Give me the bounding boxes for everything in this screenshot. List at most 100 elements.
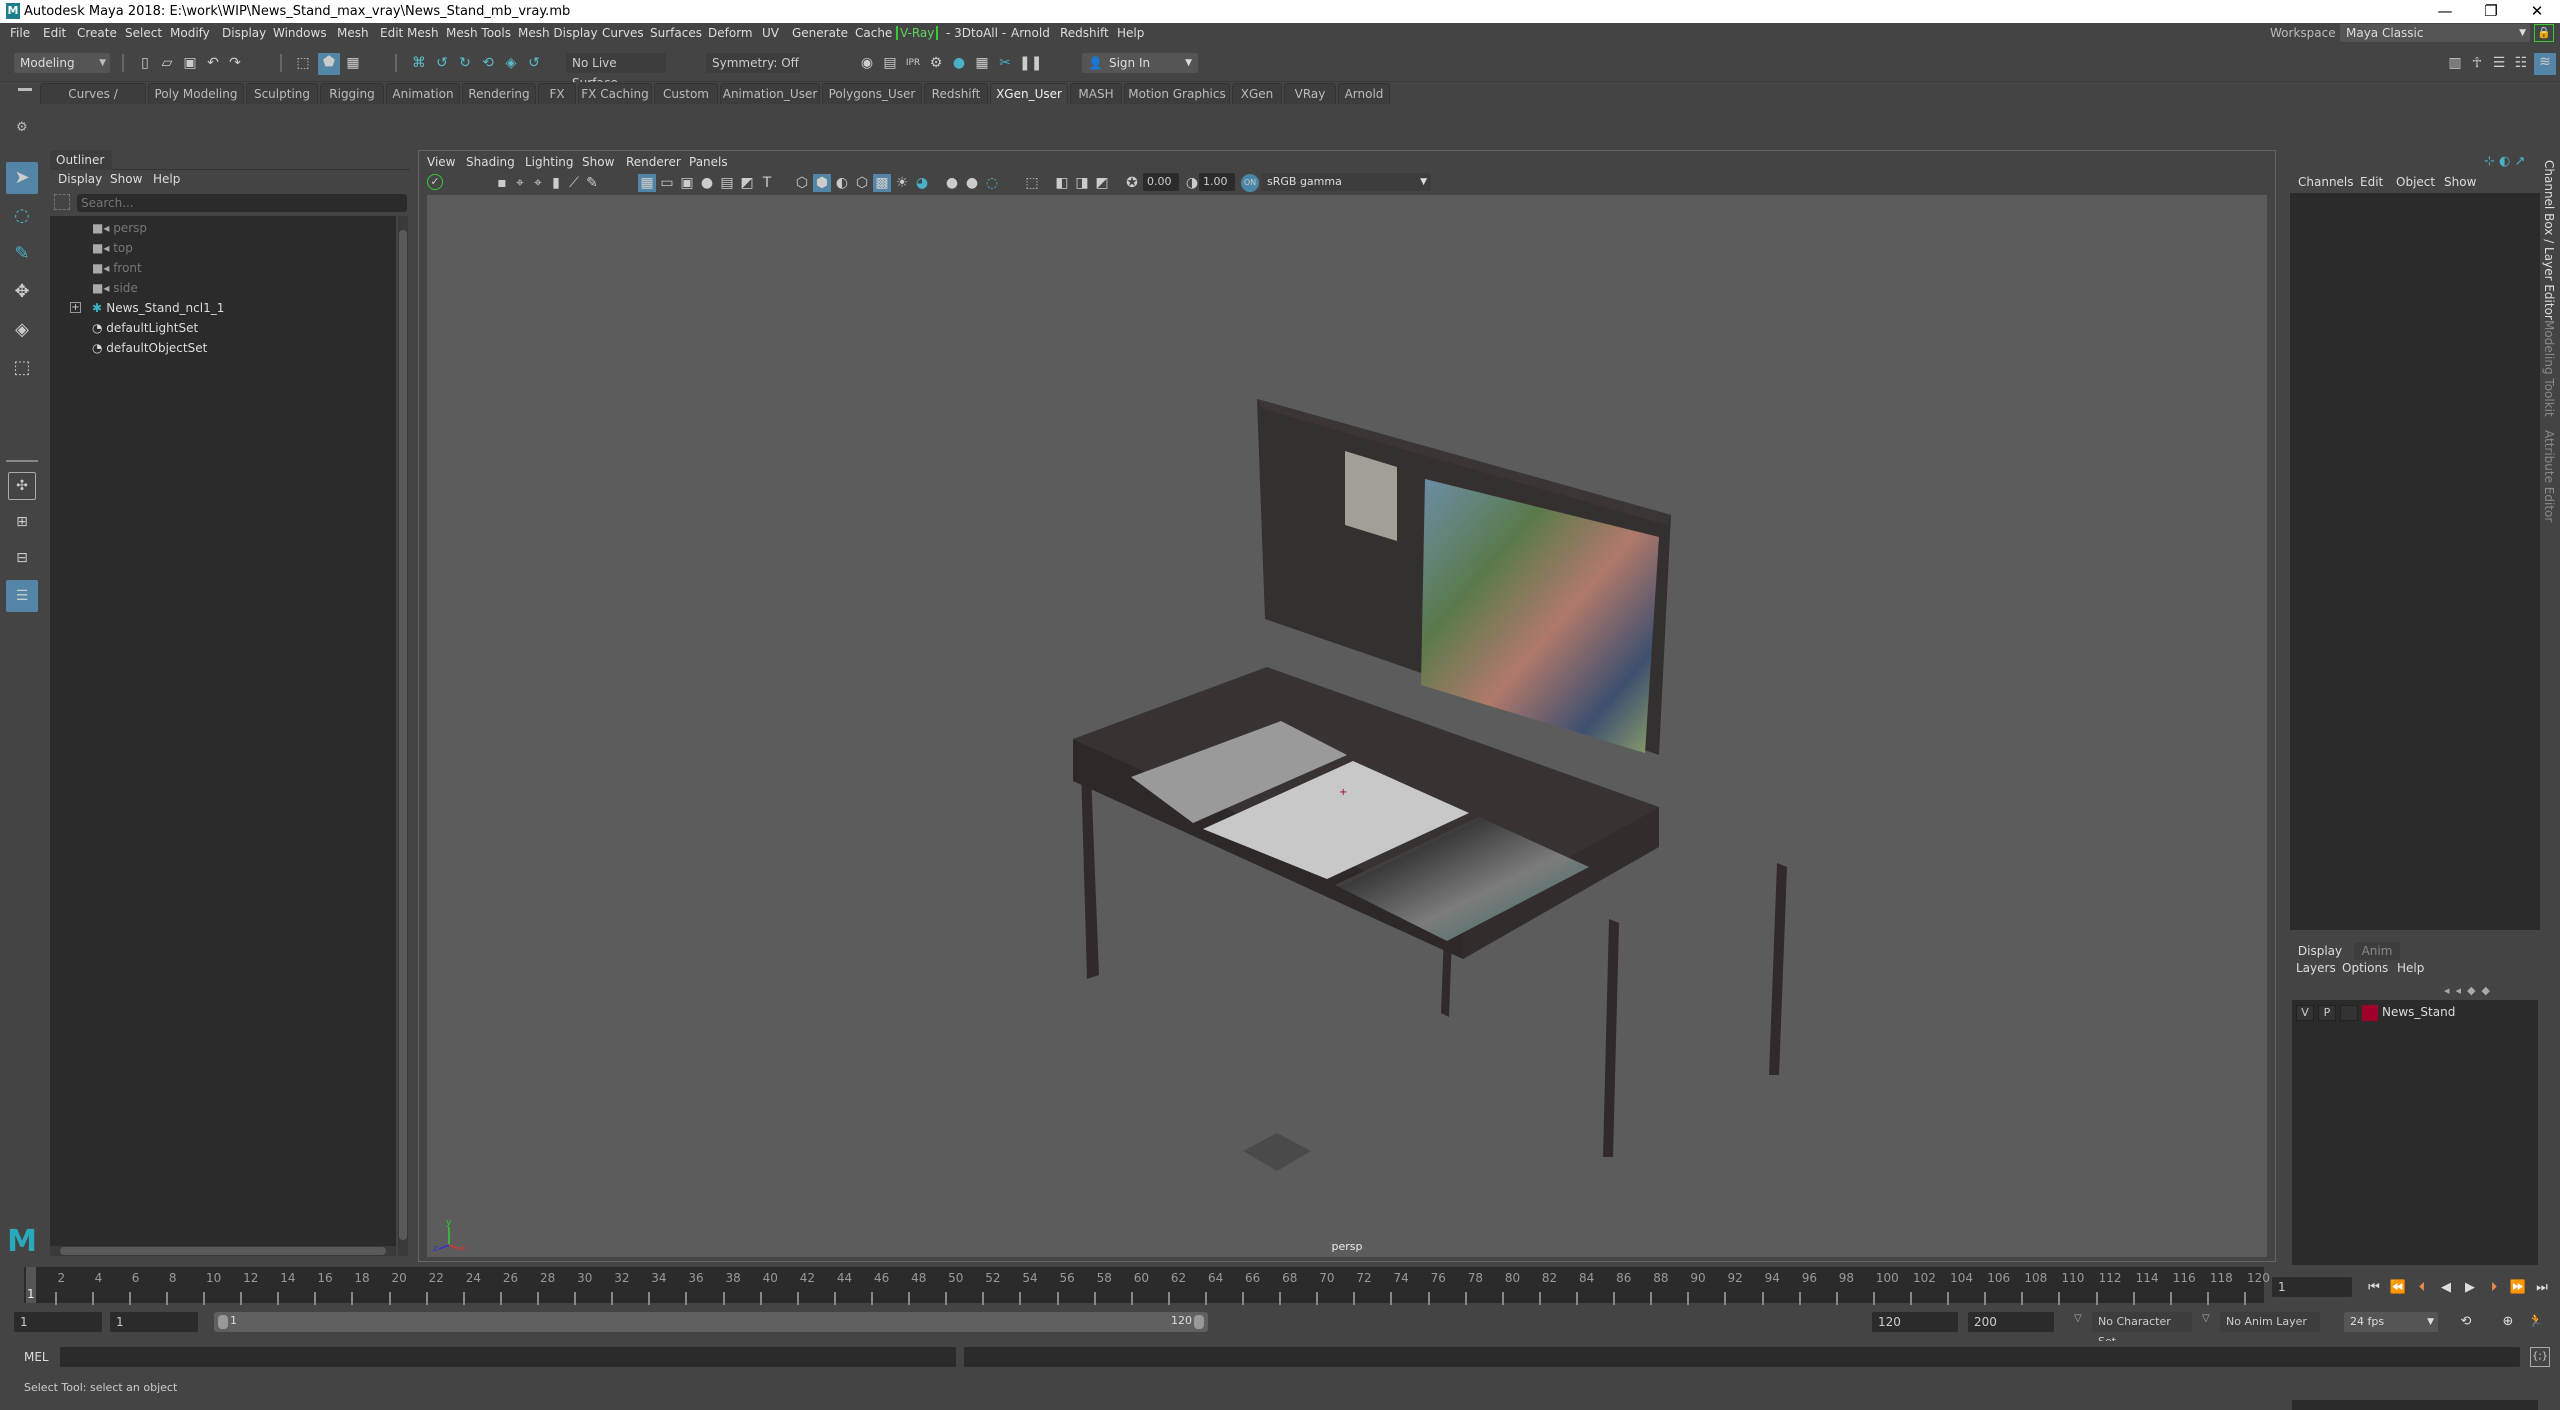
outliner-item-top[interactable]: ■◂ top (92, 238, 133, 258)
pause-icon[interactable]: ❚❚ (1019, 54, 1042, 72)
outliner-item-side[interactable]: ■◂ side (92, 278, 138, 298)
menu-mesh[interactable]: Mesh (337, 26, 369, 40)
animation-preferences-icon[interactable]: 🏃 (2526, 1312, 2546, 1332)
menu-cache[interactable]: Cache (855, 26, 892, 40)
menu-windows[interactable]: Windows (273, 26, 327, 40)
snap-surface-icon[interactable]: ◈ (502, 54, 520, 72)
outliner-item-default-light-set[interactable]: ◔ defaultLightSet (92, 318, 198, 338)
snap-grid-icon[interactable]: ⌘ (410, 54, 428, 72)
menu-select[interactable]: Select (125, 26, 162, 40)
animation-start-field[interactable]: 1 (14, 1312, 102, 1332)
four-view-layout-icon[interactable]: ⊞ (8, 508, 36, 536)
menu-arnold[interactable]: Arnold (1011, 26, 1050, 40)
shelf-tab-sculpting[interactable]: Sculpting (246, 83, 318, 104)
shelf-tab-xgen[interactable]: XGen (1232, 83, 1282, 104)
menu-modify[interactable]: Modify (170, 26, 210, 40)
command-input[interactable] (60, 1347, 956, 1367)
manipulator-icon[interactable]: ⊹ (2484, 154, 2495, 169)
channelbox-menu-channels[interactable]: Channels (2298, 175, 2354, 189)
workspace-dropdown[interactable]: Maya Classic ▼ (2340, 24, 2530, 42)
xray-joints-icon[interactable]: ◨ (1073, 174, 1091, 192)
tool-settings-icon[interactable]: ☷ (2512, 54, 2530, 72)
shelf-tab-redshift[interactable]: Redshift (924, 83, 988, 104)
step-forward-key-icon[interactable]: ⏩ (2508, 1278, 2528, 1298)
sync-icon[interactable]: ◐ (2499, 154, 2510, 169)
restore-button[interactable]: ❐ (2468, 0, 2514, 23)
outliner-horizontal-scrollbar[interactable] (50, 1246, 396, 1256)
snap-point-icon[interactable]: ↻ (456, 54, 474, 72)
side-tab-channel-box[interactable]: Channel Box / Layer Editor (2542, 160, 2556, 320)
menu-deform[interactable]: Deform (708, 26, 753, 40)
mode-dropdown[interactable]: Modeling ▼ (14, 53, 110, 73)
speed-icon[interactable]: ↗ (2515, 154, 2526, 169)
color-management-toggle-icon[interactable]: ON (1241, 174, 1259, 192)
shelf-tab-fx[interactable]: FX (538, 83, 576, 104)
layer-visibility-toggle[interactable]: V (2296, 1005, 2314, 1021)
screen-space-ao-icon[interactable]: ● (943, 174, 961, 192)
current-frame-field[interactable]: 1 (2272, 1277, 2352, 1297)
camera-attributes-icon[interactable]: ⌖ (511, 174, 529, 192)
range-start-handle[interactable] (218, 1315, 228, 1329)
close-button[interactable]: ✕ (2514, 0, 2560, 23)
menu-mesh-display[interactable]: Mesh Display (518, 26, 598, 40)
xray-icon[interactable]: ◧ (1053, 174, 1071, 192)
move-tool-icon[interactable]: ✥ (6, 276, 38, 308)
outliner-item-front[interactable]: ■◂ front (92, 258, 142, 278)
snap-live-icon[interactable]: ↺ (525, 54, 543, 72)
wireframe-on-shaded-icon[interactable]: ⬡ (853, 174, 871, 192)
playback-end-field[interactable]: 120 (1872, 1312, 1958, 1332)
step-back-key-icon[interactable]: ⏪ (2388, 1278, 2408, 1298)
go-to-start-icon[interactable]: ⏮ (2364, 1278, 2384, 1298)
outliner-title-tab[interactable]: Outliner (50, 150, 112, 170)
gamma-field[interactable]: 1.00 (1199, 173, 1235, 191)
shelf-tab-xgen-user[interactable]: XGen_User (990, 83, 1068, 104)
menu-help[interactable]: Help (1117, 26, 1144, 40)
fps-dropdown[interactable]: 24 fps ▼ (2344, 1312, 2438, 1332)
select-component-icon[interactable]: ▦ (344, 54, 362, 72)
symmetry-dropdown[interactable]: Symmetry: Off (706, 53, 800, 73)
lasso-tool-icon[interactable]: ◌ (6, 200, 38, 232)
layer-tab-display[interactable]: Display (2288, 942, 2352, 960)
2d-pan-zoom-icon[interactable]: ⟋ (565, 174, 583, 192)
outliner-item-persp[interactable]: ■◂ persp (92, 218, 147, 238)
isolate-select-icon[interactable]: ⬚ (1023, 174, 1041, 192)
character-set-dropdown[interactable]: No Character Set (2092, 1312, 2192, 1348)
menu-create[interactable]: Create (77, 26, 117, 40)
resolution-gate-icon[interactable]: ▣ (678, 174, 696, 192)
viewport-menu-show[interactable]: Show (582, 155, 614, 169)
shelf-settings-gear-icon[interactable]: ⚙ (16, 120, 28, 135)
outliner-menu-display[interactable]: Display (58, 172, 102, 186)
viewport-menu-panels[interactable]: Panels (689, 155, 728, 169)
attribute-editor-icon[interactable]: ☰ (2490, 54, 2508, 72)
move-layer-down-icon[interactable]: ◂ (2456, 984, 2468, 997)
viewport-menu-renderer[interactable]: Renderer (626, 155, 681, 169)
outliner-item-news-stand[interactable]: ✱ News_Stand_ncl1_1 (92, 298, 224, 318)
time-slider-track[interactable]: 1 2 4 6 8 10 12 14 16 18 20 22 24 26 28 30 32 34 36 38 40 42… (24, 1267, 2270, 1306)
menu-redshift[interactable]: Redshift (1060, 26, 1109, 40)
shelf-tab-motion-graphics[interactable]: Motion Graphics (1124, 83, 1230, 104)
shelf-tab-polygons-user[interactable]: Polygons_User (822, 83, 922, 104)
step-back-frame-icon[interactable]: ⏴ (2412, 1278, 2432, 1298)
menu-3dtoall[interactable]: - 3DtoAll - (946, 26, 1006, 40)
human-ik-icon[interactable]: ☥ (2468, 54, 2486, 72)
channelbox-menu-edit[interactable]: Edit (2360, 175, 2383, 189)
range-slider-bar[interactable]: 1 120 (214, 1312, 1208, 1332)
shelf-tab-animation-user[interactable]: Animation_User (720, 83, 820, 104)
viewport-menu-lighting[interactable]: Lighting (525, 155, 574, 169)
channel-box-icon[interactable]: ≋ (2534, 53, 2556, 75)
bookmarks-icon[interactable]: ⌖ (529, 174, 547, 192)
xray-components-icon[interactable]: ◩ (1093, 174, 1111, 192)
menu-edit[interactable]: Edit (43, 26, 66, 40)
go-to-end-icon[interactable]: ⏭ (2532, 1278, 2552, 1298)
render-sequence-icon[interactable]: ▤ (881, 54, 899, 72)
animation-end-field[interactable]: 200 (1968, 1312, 2054, 1332)
grease-pencil-icon[interactable]: ✎ (583, 174, 601, 192)
textured-icon[interactable]: ▩ (873, 174, 891, 192)
outliner-menu-show[interactable]: Show (110, 172, 142, 186)
redo-icon[interactable]: ↷ (226, 54, 244, 72)
menu-edit-mesh[interactable]: Edit Mesh (380, 26, 439, 40)
exposure-field[interactable]: 0.00 (1143, 173, 1179, 191)
auto-key-icon[interactable]: ⊕ (2498, 1312, 2518, 1332)
shelf-tab-arnold[interactable]: Arnold (1338, 83, 1390, 104)
exposure-icon[interactable]: ✪ (1123, 174, 1141, 192)
